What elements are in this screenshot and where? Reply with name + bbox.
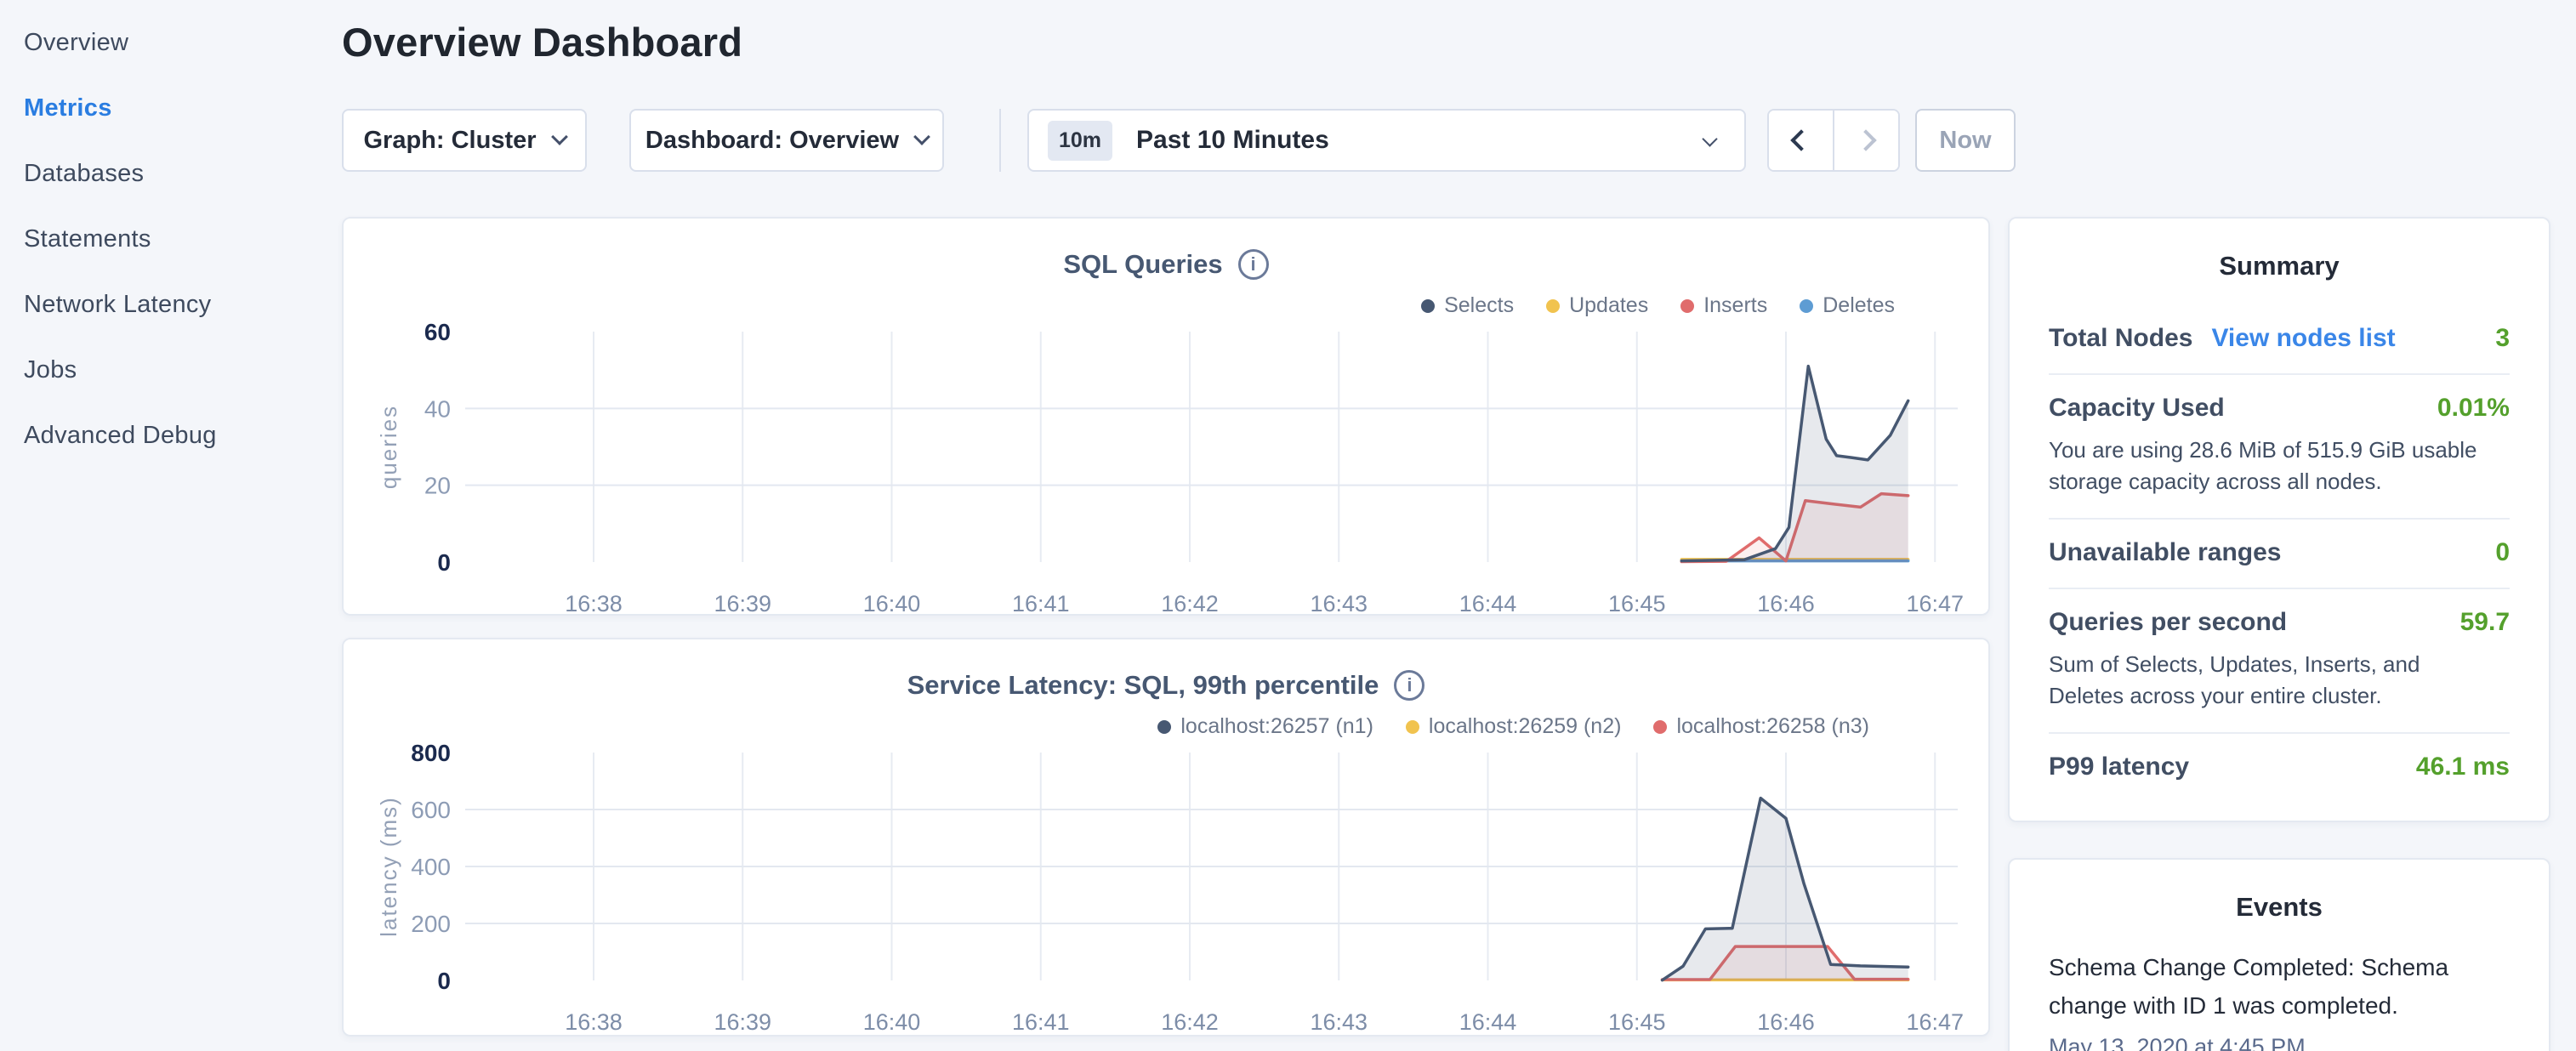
summary-title: Summary — [2010, 251, 2549, 281]
time-window-badge: 10m — [1048, 121, 1112, 161]
svg-text:40: 40 — [424, 395, 451, 422]
chevron-down-icon — [913, 128, 930, 145]
event-list-item: Schema Change Completed: Schema change w… — [2049, 948, 2510, 1051]
chevron-right-icon — [1856, 129, 1877, 151]
summary-row-value: 3 — [2495, 324, 2510, 353]
sidebar-item-databases[interactable]: Databases — [0, 141, 333, 207]
view-nodes-list-link[interactable]: View nodes list — [2211, 324, 2395, 353]
svg-text:16:40: 16:40 — [863, 1009, 921, 1035]
summary-row-label: Queries per second — [2049, 608, 2287, 637]
summary-row-queries-per-second: Queries per second 59.7 Sum of Selects, Up… — [2049, 589, 2510, 734]
next-time-button[interactable] — [1834, 111, 1898, 170]
events-title: Events — [2010, 892, 2549, 923]
summary-row-label: Capacity Used — [2049, 394, 2225, 423]
event-timestamp: May 13, 2020 at 4:45 PM — [2049, 1034, 2510, 1051]
sidebar-item-jobs[interactable]: Jobs — [0, 338, 333, 403]
summary-panel: Summary Total Nodes View nodes list 3 Capac… — [2008, 217, 2550, 822]
svg-text:16:45: 16:45 — [1608, 1009, 1666, 1035]
page-title: Overview Dashboard — [342, 19, 742, 65]
time-range-dropdown[interactable]: 10m Past 10 Minutes — [1027, 109, 1746, 172]
summary-row-total-nodes: Total Nodes View nodes list 3 — [2049, 305, 2510, 375]
chevron-left-icon — [1790, 129, 1811, 151]
svg-text:16:41: 16:41 — [1012, 1009, 1070, 1035]
chart-plot-area: 16:38 16:39 16:40 16:41 16:42 16:43 16:44 16:45… — [344, 639, 1988, 1035]
overview-dashboard-page: { "sidebar": { "items": [ { "label": "Ov… — [0, 0, 2576, 1051]
svg-text:0: 0 — [437, 968, 451, 994]
controls-divider — [999, 109, 1001, 172]
dashboard-dropdown[interactable]: Dashboard: Overview — [629, 109, 944, 172]
svg-text:16:43: 16:43 — [1310, 1009, 1368, 1035]
sidebar-item-network-latency[interactable]: Network Latency — [0, 272, 333, 338]
svg-text:16:39: 16:39 — [714, 591, 771, 614]
svg-text:latency (ms): latency (ms) — [376, 796, 401, 937]
svg-text:16:46: 16:46 — [1757, 591, 1815, 614]
summary-row-description: Sum of Selects, Updates, Inserts, and De… — [2049, 649, 2491, 712]
summary-row-value: 46.1 ms — [2416, 753, 2510, 781]
summary-row-value: 59.7 — [2460, 608, 2510, 637]
svg-text:16:41: 16:41 — [1012, 591, 1070, 614]
sql-queries-chart-card: SQL QueriesiSelectsUpdatesInsertsDeletes… — [342, 217, 1990, 616]
svg-text:0: 0 — [437, 549, 451, 576]
svg-text:16:42: 16:42 — [1161, 1009, 1219, 1035]
graph-scope-label: Graph: Cluster — [363, 127, 536, 155]
dashboard-label: Dashboard: Overview — [645, 127, 899, 155]
svg-text:16:43: 16:43 — [1310, 591, 1368, 614]
sidebar-item-advanced-debug[interactable]: Advanced Debug — [0, 403, 333, 469]
now-button[interactable]: Now — [1915, 109, 2016, 172]
svg-text:16:44: 16:44 — [1459, 1009, 1517, 1035]
time-pager — [1767, 109, 1900, 172]
svg-text:400: 400 — [411, 854, 451, 880]
prev-time-button[interactable] — [1769, 111, 1833, 170]
summary-row-description: You are using 28.6 MiB of 515.9 GiB usab… — [2049, 435, 2491, 497]
svg-text:16:45: 16:45 — [1608, 591, 1666, 614]
svg-text:16:38: 16:38 — [565, 1009, 623, 1035]
svg-text:16:47: 16:47 — [1906, 591, 1964, 614]
svg-text:800: 800 — [411, 740, 451, 766]
now-button-label: Now — [1939, 127, 1991, 155]
summary-row-label: Total Nodes — [2049, 324, 2192, 353]
svg-text:16:44: 16:44 — [1459, 591, 1517, 614]
svg-text:16:40: 16:40 — [863, 591, 921, 614]
svg-text:16:38: 16:38 — [565, 591, 623, 614]
sidebar-item-statements[interactable]: Statements — [0, 207, 333, 272]
service-latency-chart-card: Service Latency: SQL, 99th percentileilo… — [342, 638, 1990, 1037]
event-message: Schema Change Completed: Schema change w… — [2049, 948, 2459, 1025]
svg-text:16:42: 16:42 — [1161, 591, 1219, 614]
svg-text:queries: queries — [376, 405, 401, 489]
svg-text:600: 600 — [411, 797, 451, 823]
sidebar-nav: OverviewMetricsDatabasesStatementsNetwor… — [0, 0, 333, 1051]
svg-text:16:47: 16:47 — [1906, 1009, 1964, 1035]
graph-scope-dropdown[interactable]: Graph: Cluster — [342, 109, 587, 172]
events-panel: Events Schema Change Completed: Schema c… — [2008, 858, 2550, 1051]
summary-row-label: P99 latency — [2049, 753, 2189, 781]
chevron-down-icon — [551, 128, 568, 145]
summary-row-value: 0.01% — [2437, 394, 2510, 423]
summary-row-p99-latency: P99 latency 46.1 ms — [2049, 734, 2510, 802]
summary-row-capacity-used: Capacity Used 0.01% You are using 28.6 MiB… — [2049, 375, 2510, 520]
svg-text:200: 200 — [411, 911, 451, 937]
summary-row-value: 0 — [2495, 538, 2510, 567]
svg-text:60: 60 — [424, 319, 451, 345]
svg-text:16:46: 16:46 — [1757, 1009, 1815, 1035]
sidebar-item-metrics[interactable]: Metrics — [0, 76, 333, 141]
svg-text:20: 20 — [424, 473, 451, 499]
sidebar-item-overview[interactable]: Overview — [0, 10, 333, 76]
summary-row-unavailable-ranges: Unavailable ranges 0 — [2049, 520, 2510, 589]
svg-text:16:39: 16:39 — [714, 1009, 771, 1035]
time-window-label: Past 10 Minutes — [1136, 126, 1329, 155]
summary-row-label: Unavailable ranges — [2049, 538, 2281, 567]
chevron-down-icon — [1702, 131, 1717, 146]
chart-plot-area: 16:38 16:39 16:40 16:41 16:42 16:43 16:44 16:45… — [344, 219, 1988, 614]
